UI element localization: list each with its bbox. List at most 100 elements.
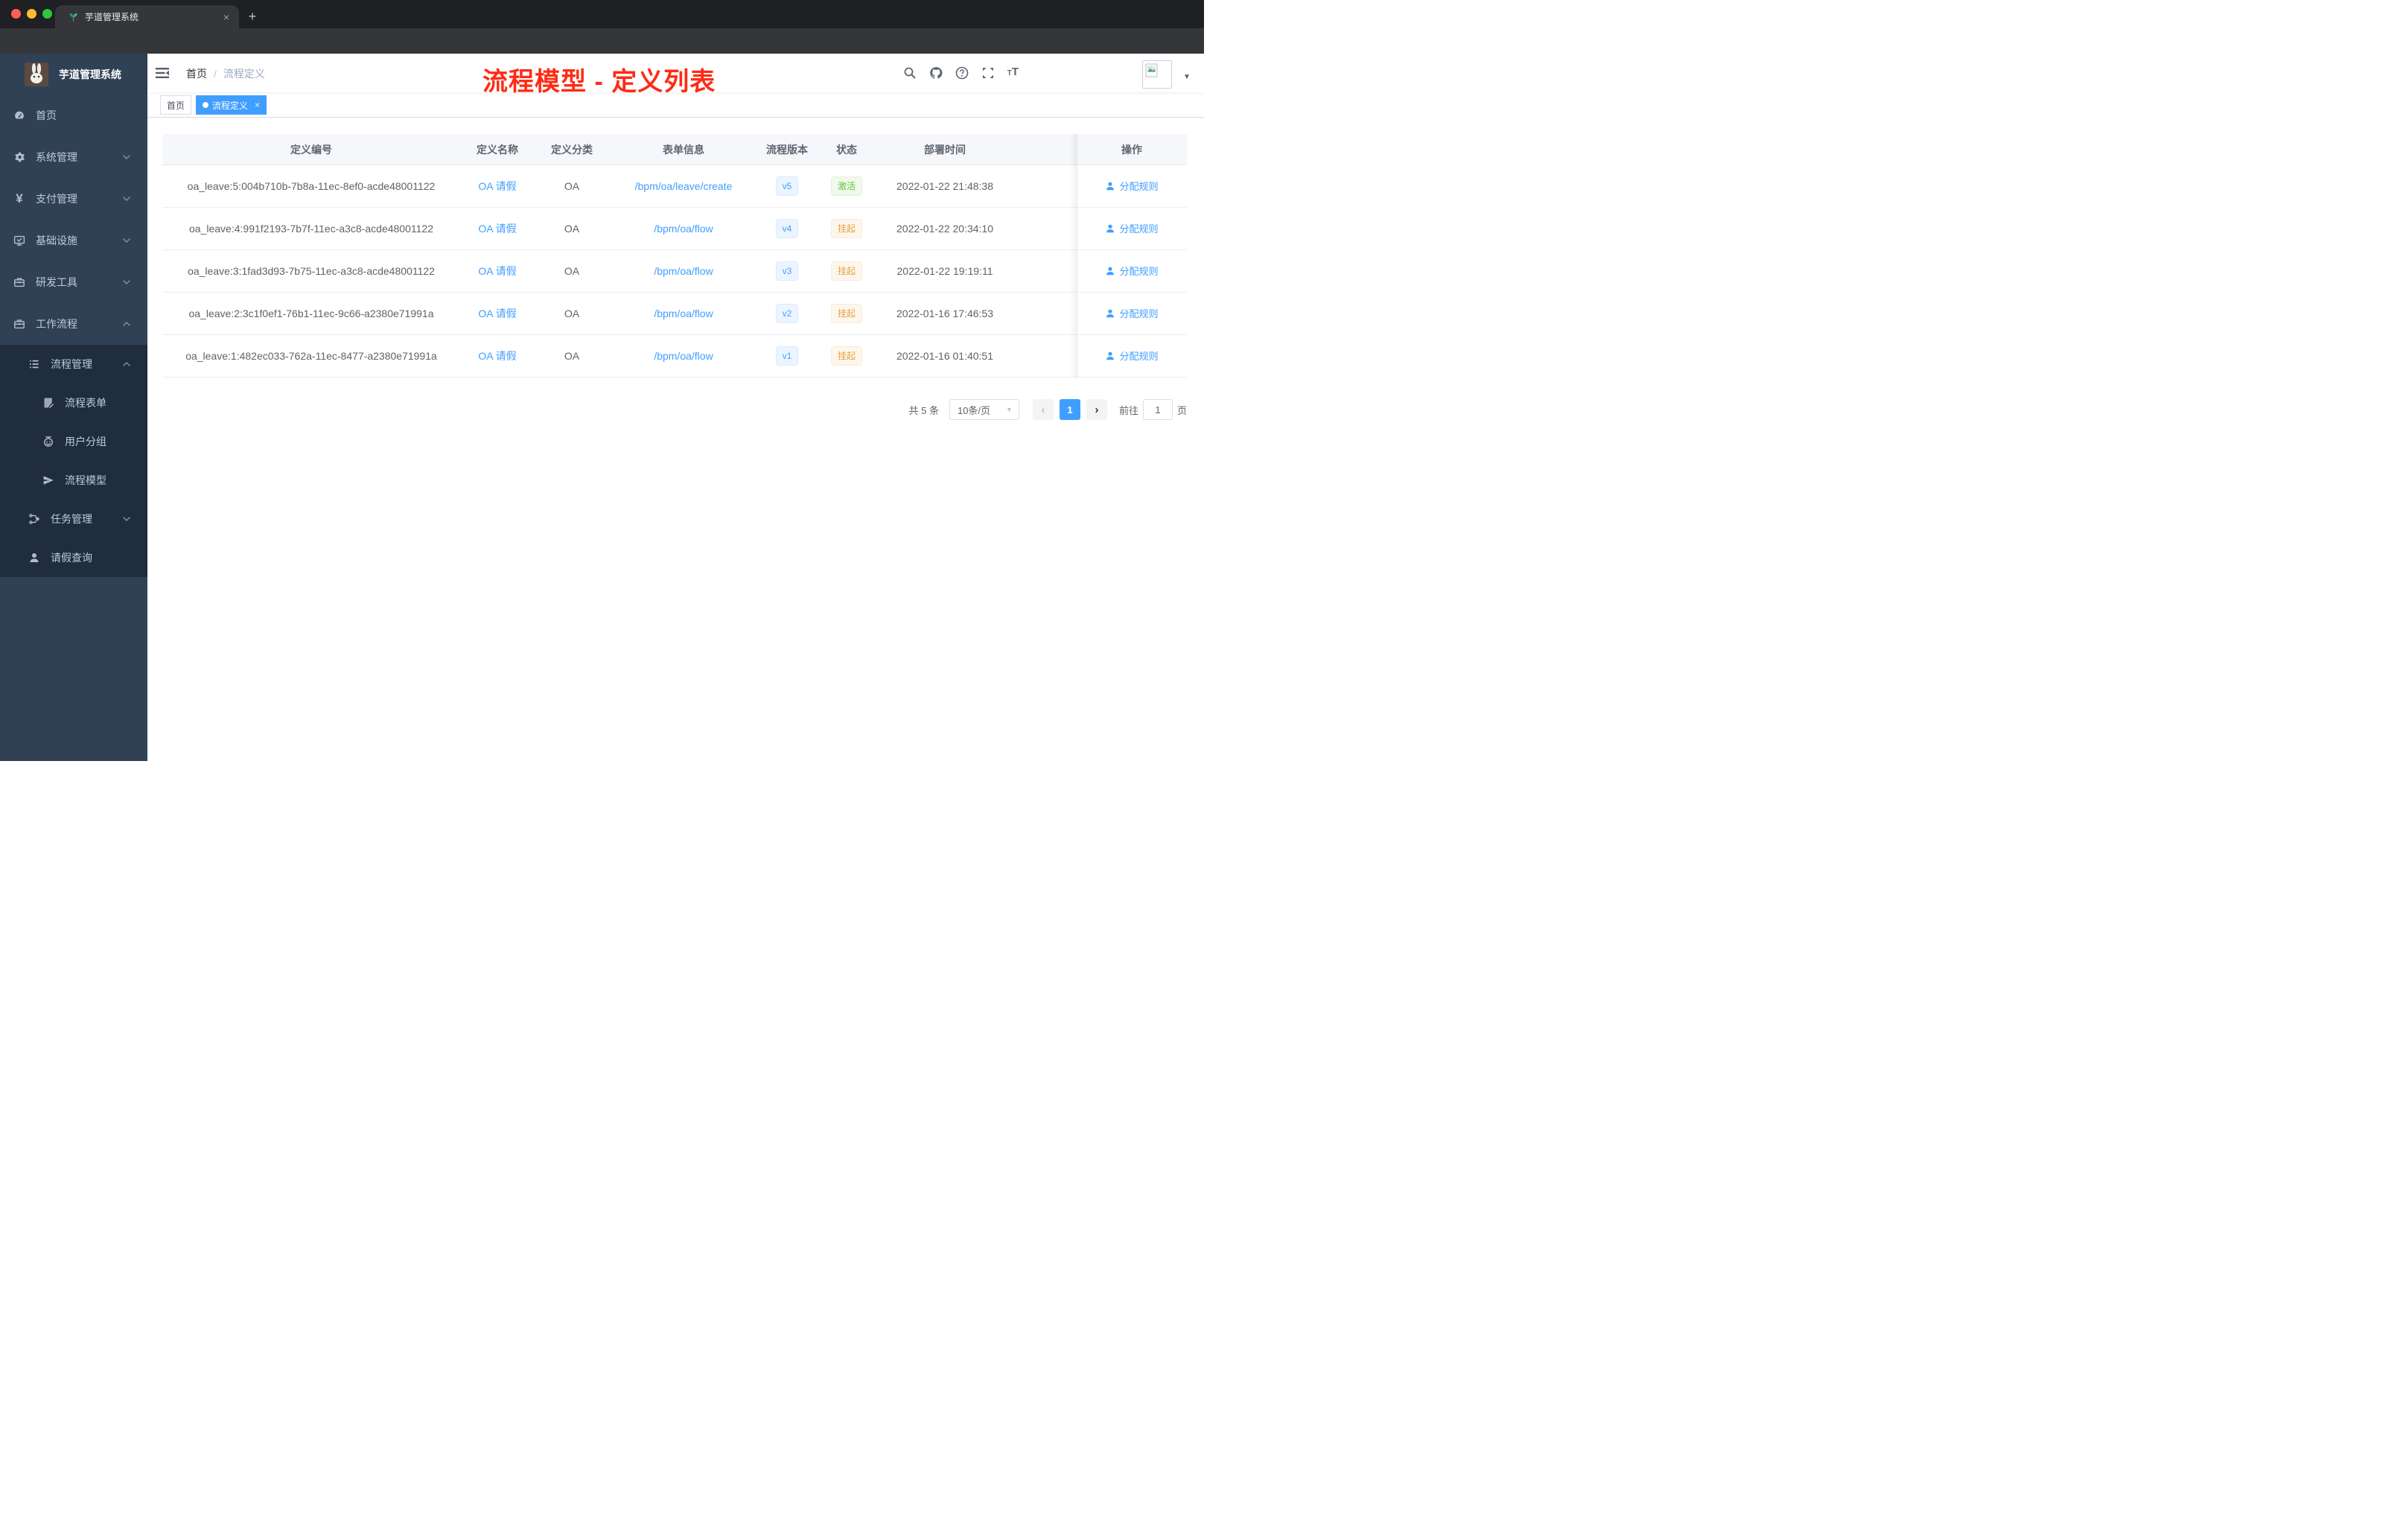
tag-home[interactable]: 首页 — [160, 95, 192, 115]
definition-name-link[interactable]: OA 请假 — [478, 265, 516, 277]
deploy-time-cell: 2022-01-22 21:48:38 — [896, 180, 993, 192]
seedling-favicon-icon — [68, 11, 79, 22]
assign-rule-button[interactable]: 分配规则 — [1105, 306, 1159, 320]
sidebar-item-研发工具[interactable]: 研发工具 — [0, 261, 147, 303]
form-info-link[interactable]: /bpm/oa/flow — [654, 223, 713, 235]
chevron-down-icon — [123, 280, 130, 284]
column-header: 表单信息 — [663, 143, 704, 156]
maximize-window-button[interactable] — [42, 9, 52, 19]
pagination-total: 共 5 条 — [908, 404, 939, 416]
definition-name-link[interactable]: OA 请假 — [478, 350, 516, 362]
table-row: oa_leave:2:3c1f0ef1-76b1-11ec-9c66-a2380… — [162, 293, 1187, 335]
goto-page-input[interactable] — [1142, 399, 1173, 420]
tab-title: 芋道管理系统 — [85, 12, 139, 22]
tag-close-icon[interactable]: × — [255, 100, 260, 110]
definition-name-link[interactable]: OA 请假 — [478, 308, 516, 319]
form-icon — [42, 397, 54, 409]
chevron-down-icon: ▼ — [1006, 406, 1013, 413]
page-size-select[interactable]: 10条/页 ▼ — [949, 399, 1019, 420]
monitor-icon — [13, 235, 25, 246]
sidebar-item-label: 系统管理 — [36, 151, 77, 163]
sidebar-item-基础设施[interactable]: 基础设施 — [0, 220, 147, 261]
sidebar-item-系统管理[interactable]: 系统管理 — [0, 136, 147, 178]
breadcrumb: 首页 / 流程定义 — [186, 66, 265, 81]
sidebar-item-流程表单[interactable]: 流程表单 — [0, 383, 147, 422]
form-info-link[interactable]: /bpm/oa/flow — [654, 308, 713, 319]
version-badge: v3 — [775, 261, 799, 281]
definition-name-link[interactable]: OA 请假 — [478, 180, 516, 192]
version-badge: v2 — [775, 304, 799, 323]
avatar[interactable] — [1142, 60, 1172, 89]
gauge-icon — [13, 109, 25, 121]
browser-tab[interactable]: 芋道管理系统 × — [55, 5, 239, 28]
definition-category-cell: OA — [564, 180, 580, 192]
avatar-caret-icon[interactable]: ▼ — [1183, 73, 1191, 81]
yen-icon: ¥ — [16, 191, 23, 206]
github-icon[interactable] — [929, 66, 943, 80]
workflow-submenu: 流程管理流程表单用户分组流程模型任务管理请假查询 — [0, 345, 147, 577]
form-info-link[interactable]: /bpm/oa/flow — [654, 265, 713, 277]
status-badge: 挂起 — [830, 304, 862, 323]
font-size-icon[interactable]: TT — [1007, 66, 1019, 80]
search-icon[interactable] — [903, 66, 917, 80]
assign-rule-button[interactable]: 分配规则 — [1105, 179, 1159, 193]
assign-rule-button[interactable]: 分配规则 — [1105, 221, 1159, 235]
help-icon[interactable] — [955, 66, 969, 80]
definition-table: 定义编号 定义名称 定义分类 表单信息 流程版本 状态 部署时间 操作 oa_leave:5:… — [162, 134, 1187, 378]
deploy-time-cell: 2022-01-16 17:46:53 — [896, 308, 993, 319]
sidebar-item-label: 流程模型 — [65, 474, 106, 486]
chevron-down-icon — [123, 238, 130, 243]
sidebar-item-label: 研发工具 — [36, 276, 77, 288]
sidebar-item-label: 流程表单 — [65, 397, 106, 409]
new-tab-button[interactable]: + — [243, 8, 261, 26]
browser-tabstrip: 芋道管理系统 × + — [0, 0, 1204, 28]
sidebar-item-流程模型[interactable]: 流程模型 — [0, 461, 147, 500]
sidebar-item-label: 流程管理 — [51, 358, 92, 370]
table-header-row: 定义编号 定义名称 定义分类 表单信息 流程版本 状态 部署时间 操作 — [162, 134, 1187, 165]
user-icon — [1106, 309, 1115, 317]
column-header: 部署时间 — [924, 143, 966, 156]
window-controls[interactable] — [11, 9, 52, 19]
branch-icon — [28, 513, 40, 525]
fixed-column-shadow — [1069, 134, 1077, 378]
sidebar-item-用户分组[interactable]: 用户分组 — [0, 422, 147, 461]
hamburger-icon[interactable] — [155, 66, 170, 80]
table-row: oa_leave:3:1fad3d93-7b75-11ec-a3c8-acde4… — [162, 250, 1187, 293]
sidebar-item-label: 首页 — [36, 109, 57, 121]
deploy-time-cell: 2022-01-16 01:40:51 — [896, 350, 993, 362]
sidebar-item-首页[interactable]: 首页 — [0, 95, 147, 136]
definition-category-cell: OA — [564, 308, 580, 319]
breadcrumb-current: 流程定义 — [223, 68, 265, 80]
sidebar-item-label: 支付管理 — [36, 193, 77, 205]
fullscreen-icon[interactable] — [981, 66, 995, 80]
next-page-button[interactable]: › — [1086, 399, 1107, 420]
tag-label: 流程定义 — [212, 100, 249, 111]
form-info-link[interactable]: /bpm/oa/leave/create — [635, 180, 733, 192]
assign-rule-button[interactable]: 分配规则 — [1105, 348, 1159, 363]
sidebar-logo[interactable]: 芋道管理系统 — [0, 54, 147, 95]
sidebar-item-流程管理[interactable]: 流程管理 — [0, 345, 147, 383]
definition-name-link[interactable]: OA 请假 — [478, 223, 516, 235]
minimize-window-button[interactable] — [27, 9, 36, 19]
form-info-link[interactable]: /bpm/oa/flow — [654, 350, 713, 362]
tab-close-icon[interactable]: × — [221, 12, 232, 22]
page-number-button[interactable]: 1 — [1059, 399, 1080, 420]
close-window-button[interactable] — [11, 9, 21, 19]
toolbox-icon — [13, 276, 25, 288]
tag-process-definition[interactable]: 流程定义 × — [196, 95, 267, 115]
sidebar-item-任务管理[interactable]: 任务管理 — [0, 500, 147, 538]
sidebar-item-label: 基础设施 — [36, 235, 77, 246]
page-size-value: 10条/页 — [957, 404, 991, 416]
broken-image-icon — [1145, 63, 1159, 77]
assign-rule-button[interactable]: 分配规则 — [1105, 264, 1159, 278]
sidebar-item-请假查询[interactable]: 请假查询 — [0, 538, 147, 577]
sidebar-item-支付管理[interactable]: ¥ 支付管理 — [0, 178, 147, 220]
column-header: 定义编号 — [290, 143, 332, 156]
logo-avatar — [25, 62, 48, 86]
sidebar-item-label: 任务管理 — [51, 513, 92, 525]
prev-page-button[interactable]: ‹ — [1032, 399, 1054, 420]
sidebar-item-工作流程[interactable]: 工作流程 — [0, 303, 147, 345]
breadcrumb-separator: / — [214, 68, 217, 80]
definition-category-cell: OA — [564, 265, 580, 277]
breadcrumb-home[interactable]: 首页 — [186, 66, 207, 81]
